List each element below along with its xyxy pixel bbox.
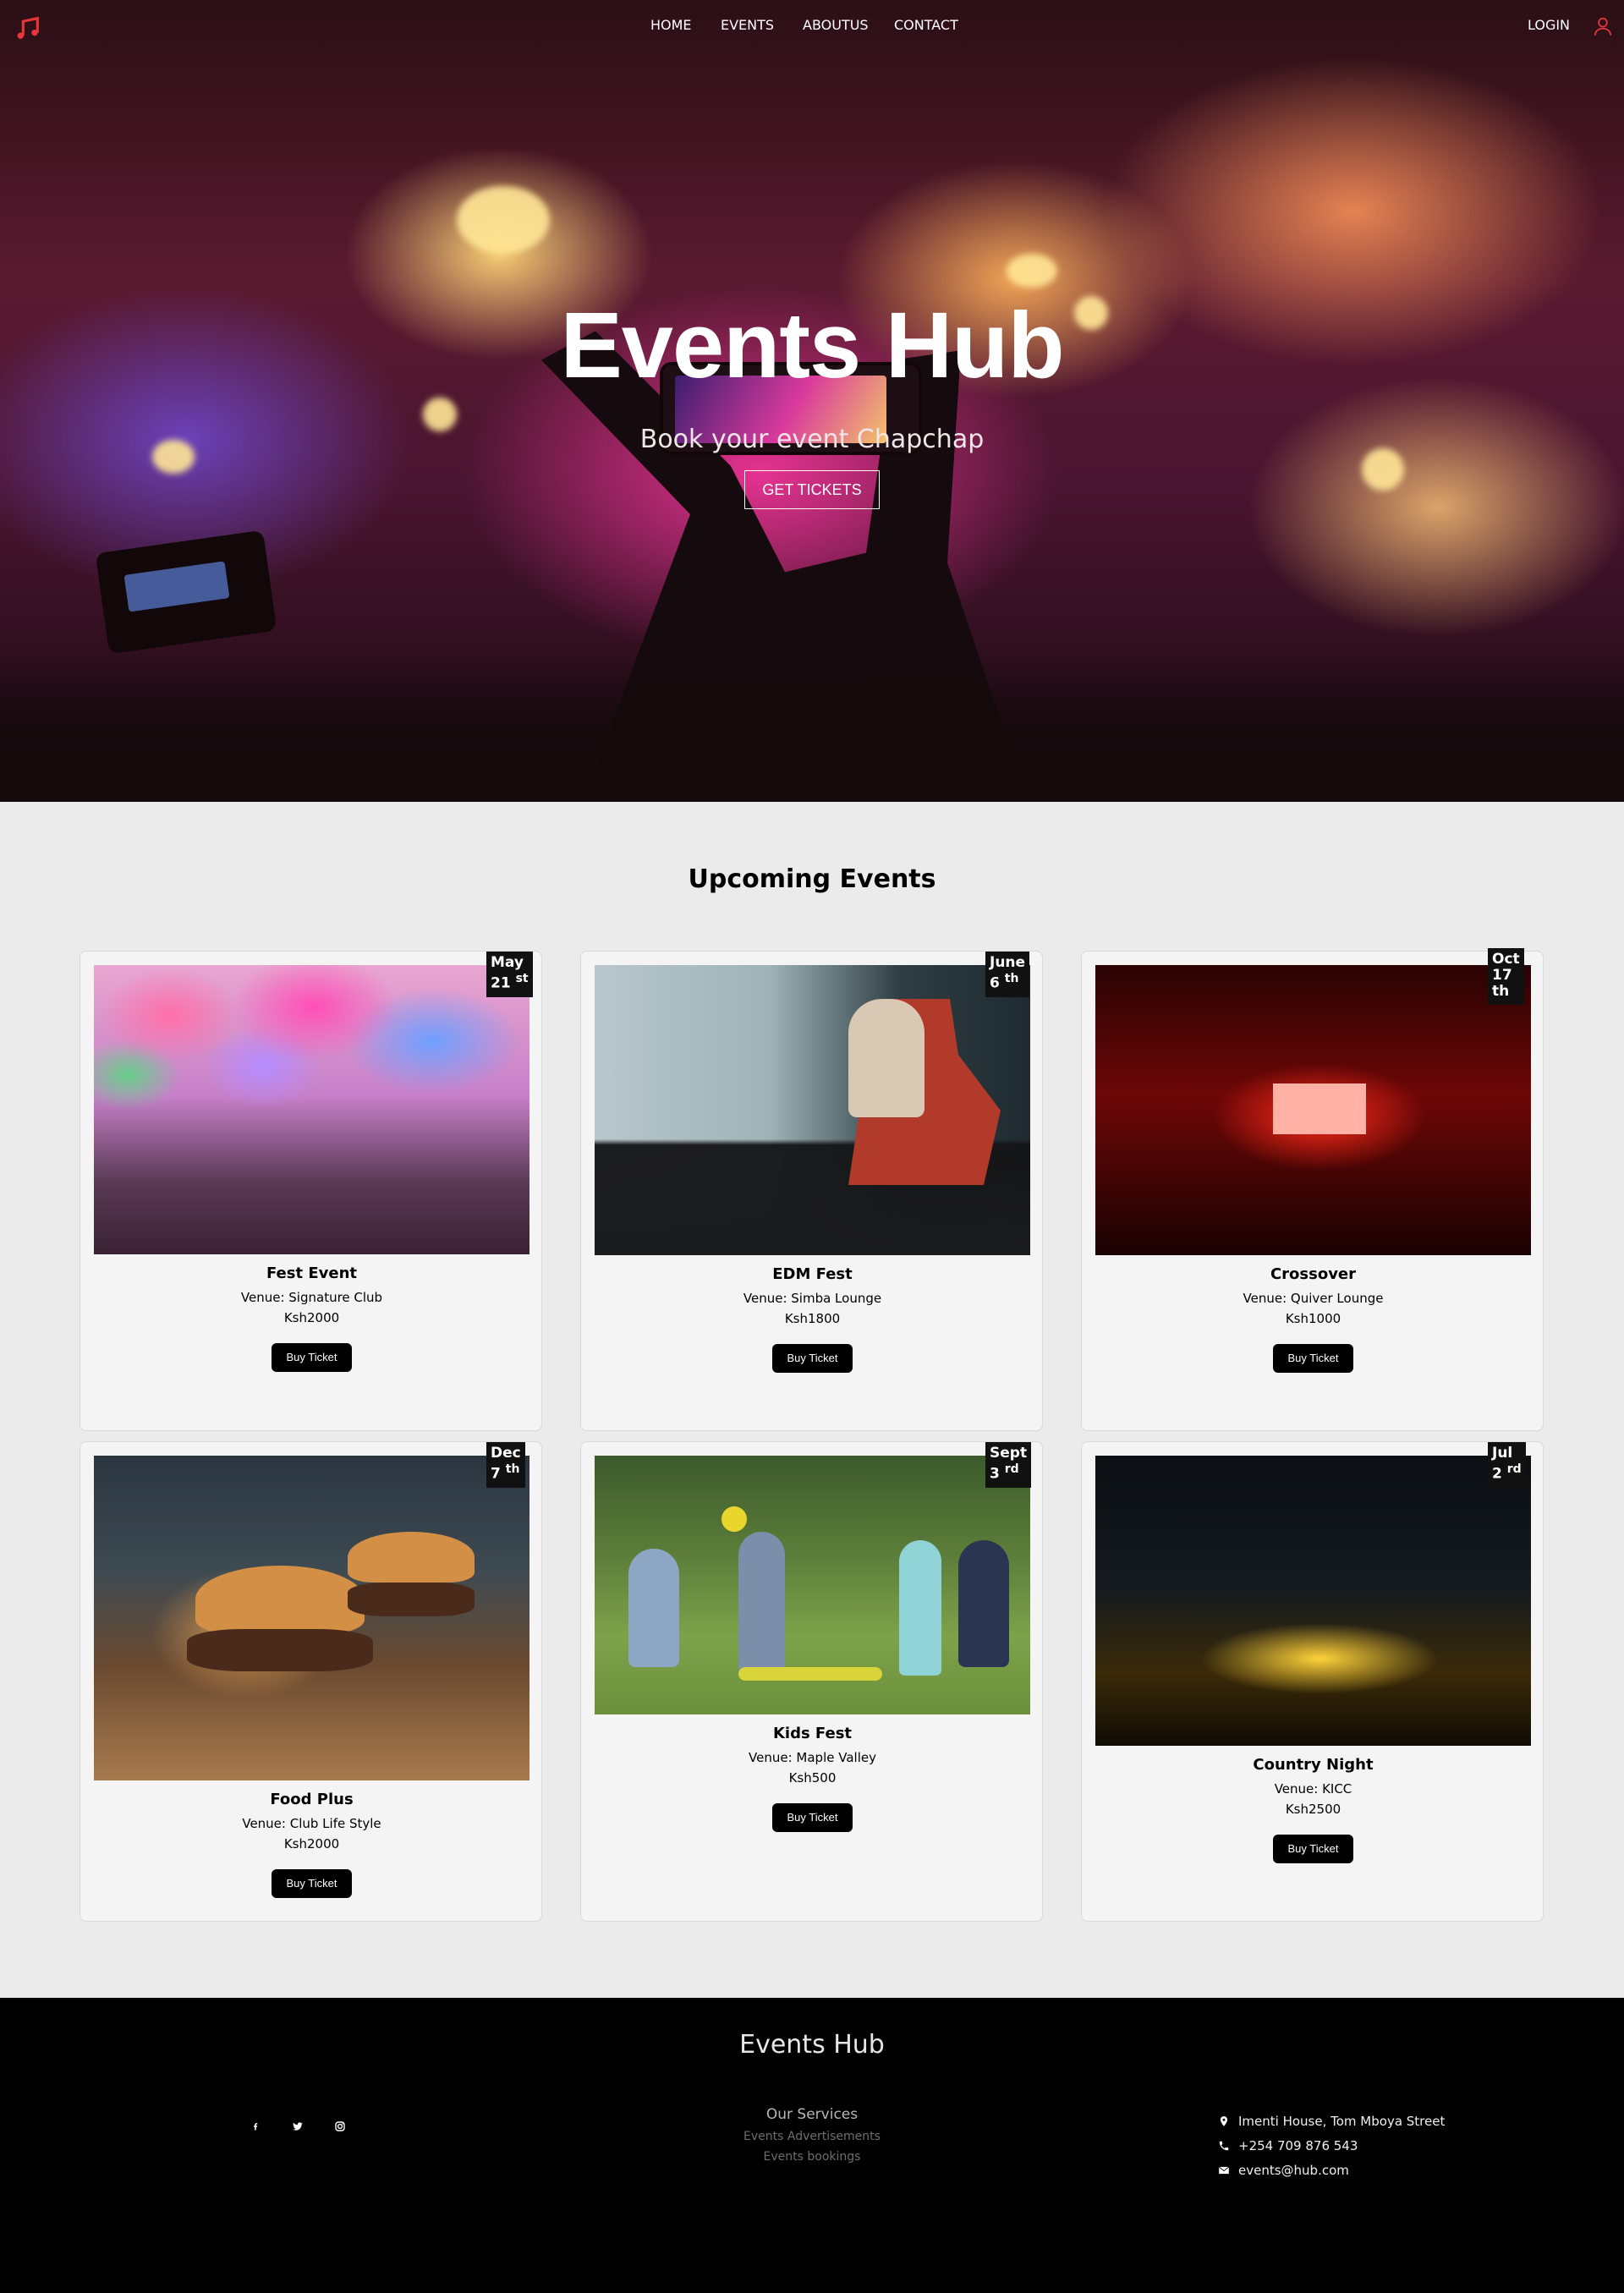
event-venue: Venue: Simba Lounge <box>743 1291 882 1306</box>
buy-ticket-button[interactable]: Buy Ticket <box>1273 1344 1353 1373</box>
login-link[interactable]: LOGIN <box>1528 17 1570 33</box>
date-suffix: rd <box>1506 1462 1522 1476</box>
date-month: Oct <box>1492 951 1520 968</box>
date-day: 6 <box>990 974 1000 992</box>
date-month: Dec <box>491 1445 521 1462</box>
date-suffix: rd <box>1004 1462 1019 1476</box>
hero-subtitle: Book your event Chapchap <box>639 425 985 454</box>
event-name: Country Night <box>1253 1756 1374 1774</box>
date-day: 2 <box>1492 1465 1502 1483</box>
nav-home-link[interactable]: HOME <box>650 17 692 33</box>
event-name: Fest Event <box>266 1264 357 1282</box>
date-suffix: st <box>515 972 529 985</box>
phone-icon <box>1219 2141 1229 2151</box>
date-suffix: th <box>505 1462 520 1476</box>
date-day: 7 <box>491 1465 501 1483</box>
event-image <box>595 965 1030 1255</box>
service-item[interactable]: Events bookings <box>0 2150 1624 2164</box>
date-month: Jul <box>1492 1445 1513 1462</box>
footer-title: Events Hub <box>739 2030 885 2060</box>
event-name: Crossover <box>1270 1265 1357 1283</box>
date-suffix: th <box>1004 972 1019 985</box>
event-card: Jul 2 rd Country Night Venue: KICC Ksh25… <box>1081 1441 1544 1922</box>
event-card: Dec 7 th Food Plus Venue: Club Life Styl… <box>80 1441 542 1922</box>
crowd-silhouette <box>0 650 1624 802</box>
contact-address: Imenti House, Tom Mboya Street <box>1218 2113 1445 2130</box>
event-image <box>94 965 529 1254</box>
event-price: Ksh2000 <box>283 1310 340 1325</box>
event-card: Sept 3 rd Kids Fest Venue: Maple Valley … <box>580 1441 1043 1922</box>
nav-about-link[interactable]: ABOUTUS <box>803 17 869 33</box>
phone-silhouette-left <box>95 529 277 655</box>
contact-phone-text: +254 709 876 543 <box>1238 2138 1358 2153</box>
event-name: Food Plus <box>270 1791 354 1808</box>
contact-address-text: Imenti House, Tom Mboya Street <box>1238 2114 1446 2129</box>
date-badge: Oct 17 th <box>1488 948 1524 1005</box>
date-day: 17 <box>1492 967 1512 984</box>
date-badge: Dec 7 th <box>486 1442 525 1488</box>
event-venue: Venue: KICC <box>1274 1781 1352 1797</box>
footer: Events Hub Our Services Events Advertise… <box>0 1998 1624 2293</box>
date-badge: June 6 th <box>985 952 1030 997</box>
date-suffix: th <box>1492 983 1510 1000</box>
event-venue: Venue: Quiver Lounge <box>1243 1291 1384 1306</box>
date-month: Sept <box>990 1445 1028 1462</box>
event-name: Kids Fest <box>772 1725 853 1742</box>
nav-events-link[interactable]: EVENTS <box>721 17 774 33</box>
event-venue: Venue: Signature Club <box>240 1290 383 1305</box>
event-image <box>1095 965 1531 1255</box>
map-marker-icon <box>1220 2116 1228 2126</box>
nav-contact-link[interactable]: CONTACT <box>894 17 958 33</box>
event-card: June 6 th EDM Fest Venue: Simba Lounge K… <box>580 951 1043 1431</box>
buy-ticket-button[interactable]: Buy Ticket <box>272 1343 352 1372</box>
event-price: Ksh2000 <box>283 1836 340 1851</box>
date-month: May <box>491 954 524 971</box>
event-price: Ksh2500 <box>1285 1802 1341 1817</box>
buy-ticket-button[interactable]: Buy Ticket <box>772 1344 853 1373</box>
get-tickets-button[interactable]: GET TICKETS <box>744 470 880 509</box>
hero-banner: HOME EVENTS ABOUTUS CONTACT LOGIN Events… <box>0 0 1624 802</box>
date-month: June <box>990 954 1026 971</box>
event-price: Ksh1800 <box>784 1311 841 1326</box>
contact-email-text: events@hub.com <box>1238 2163 1349 2178</box>
date-badge: Jul 2 rd <box>1488 1442 1526 1488</box>
envelope-icon <box>1218 2166 1230 2175</box>
event-image <box>94 1456 529 1780</box>
event-card: Oct 17 th Crossover Venue: Quiver Lounge… <box>1081 948 1544 1431</box>
contact-email: events@hub.com <box>1218 2162 1349 2179</box>
buy-ticket-button[interactable]: Buy Ticket <box>1273 1835 1353 1863</box>
date-badge: Sept 3 rd <box>985 1442 1032 1488</box>
hero-title: Events Hub <box>560 293 1064 398</box>
date-badge: May 21 st <box>486 952 533 997</box>
date-day: 3 <box>990 1465 1000 1483</box>
event-card: May 21 st Fest Event Venue: Signature Cl… <box>80 951 542 1431</box>
service-item[interactable]: Events Advertisements <box>0 2130 1624 2143</box>
music-note-icon[interactable] <box>14 14 42 42</box>
event-venue: Venue: Club Life Style <box>242 1816 381 1831</box>
contact-phone: +254 709 876 543 <box>1218 2137 1358 2154</box>
event-venue: Venue: Maple Valley <box>749 1750 876 1765</box>
event-image <box>1095 1456 1531 1746</box>
event-image <box>595 1456 1030 1714</box>
buy-ticket-button[interactable]: Buy Ticket <box>772 1803 853 1832</box>
event-price: Ksh500 <box>788 1770 837 1786</box>
date-day: 21 <box>491 974 511 992</box>
event-name: EDM Fest <box>772 1265 853 1283</box>
section-title: Upcoming Events <box>688 864 936 894</box>
event-price: Ksh1000 <box>1285 1311 1341 1326</box>
buy-ticket-button[interactable]: Buy Ticket <box>272 1869 352 1898</box>
user-icon[interactable] <box>1592 15 1614 37</box>
